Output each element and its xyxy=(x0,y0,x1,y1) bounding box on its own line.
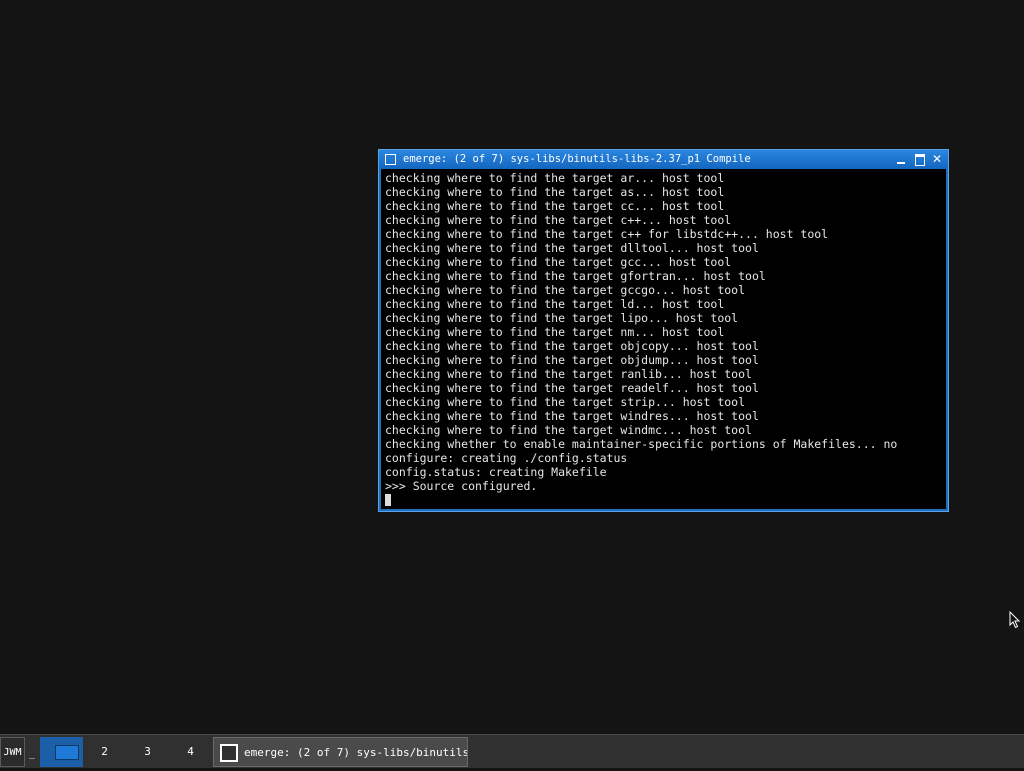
workspace-4-button[interactable]: 4 xyxy=(169,737,212,767)
taskbar-task-button[interactable]: emerge: (2 of 7) sys-libs/binutils-lil xyxy=(213,737,468,767)
taskbar: JWM _ 2 3 4 emerge: (2 of 7) sys-libs/bi… xyxy=(0,734,1024,768)
terminal-line: checking where to find the target dlltoo… xyxy=(385,241,759,255)
workspace-3-button[interactable]: 3 xyxy=(126,737,169,767)
terminal-line: checking where to find the target c++ fo… xyxy=(385,227,829,241)
minimize-icon xyxy=(897,162,905,164)
window-title-bar[interactable]: emerge: (2 of 7) sys-libs/binutils-libs-… xyxy=(379,150,948,169)
terminal-line: checking where to find the target windre… xyxy=(385,409,759,423)
workspace-window-thumbnail xyxy=(55,745,79,760)
text-cursor xyxy=(385,494,391,506)
terminal-line: checking where to find the target objcop… xyxy=(385,339,759,353)
terminal-line: checking where to find the target gfortr… xyxy=(385,269,766,283)
close-icon: ✕ xyxy=(931,152,943,166)
maximize-icon xyxy=(915,154,925,166)
terminal-line: checking where to find the target gccgo.… xyxy=(385,283,746,297)
terminal-line: checking where to find the target cc... … xyxy=(385,199,725,213)
terminal-line: checking where to find the target gcc...… xyxy=(385,255,732,269)
window-title: emerge: (2 of 7) sys-libs/binutils-libs-… xyxy=(403,153,751,165)
terminal-line: config.status: creating Makefile xyxy=(385,465,607,479)
terminal-line: configure: creating ./config.status xyxy=(385,451,628,465)
terminal-line: >>> Source configured. xyxy=(385,479,538,493)
terminal-line: checking where to find the target strip.… xyxy=(385,395,746,409)
workspace-1-button[interactable] xyxy=(40,737,83,767)
window-menu-icon[interactable] xyxy=(385,154,396,165)
terminal-line: checking where to find the target ranlib… xyxy=(385,367,752,381)
terminal-line: checking where to find the target nm... … xyxy=(385,325,725,339)
terminal-line: checking where to find the target objdum… xyxy=(385,353,759,367)
terminal-line: checking where to find the target ld... … xyxy=(385,297,725,311)
maximize-button[interactable] xyxy=(913,152,927,167)
minimize-button[interactable] xyxy=(894,152,908,167)
workspace-2-button[interactable]: 2 xyxy=(83,737,126,767)
terminal-line: checking where to find the target windmc… xyxy=(385,423,752,437)
terminal-output[interactable]: checking where to find the target ar... … xyxy=(381,169,946,509)
root-menu-button[interactable]: JWM xyxy=(0,737,25,767)
terminal-window[interactable]: emerge: (2 of 7) sys-libs/binutils-libs-… xyxy=(378,149,949,512)
terminal-line: checking where to find the target readel… xyxy=(385,381,759,395)
show-desktop-button[interactable]: _ xyxy=(26,737,38,767)
terminal-line: checking where to find the target ar... … xyxy=(385,171,725,185)
terminal-prompt-line xyxy=(385,493,946,507)
taskbar-task-label: emerge: (2 of 7) sys-libs/binutils-lil xyxy=(244,746,467,759)
close-button[interactable]: ✕ xyxy=(930,152,944,167)
mouse-pointer-icon xyxy=(1009,611,1021,629)
terminal-line: checking where to find the target lipo..… xyxy=(385,311,739,325)
terminal-line: checking whether to enable maintainer-sp… xyxy=(385,437,898,451)
terminal-line: checking where to find the target as... … xyxy=(385,185,725,199)
terminal-line: checking where to find the target c++...… xyxy=(385,213,732,227)
terminal-window-icon xyxy=(220,744,238,762)
